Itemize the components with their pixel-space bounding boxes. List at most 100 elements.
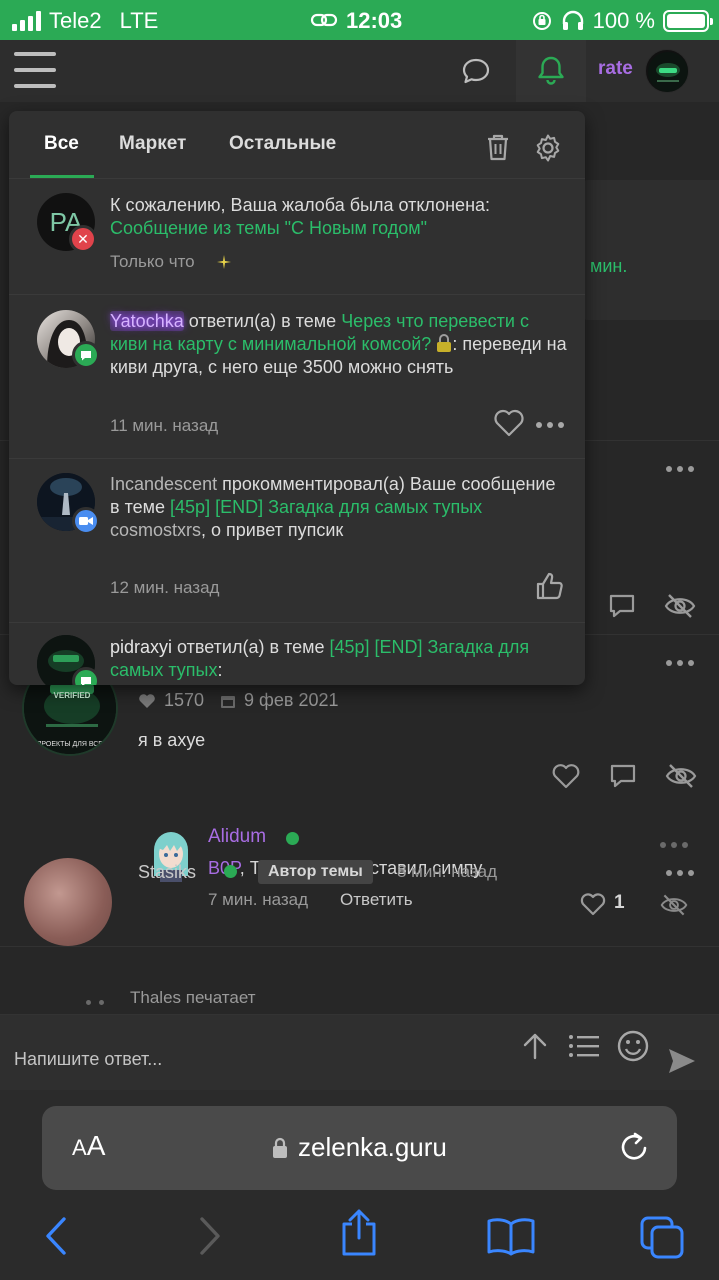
notification-text: pidraxyi ответил(а) в теме [45p] [END] З… [110,637,530,680]
bookmarks-icon[interactable] [486,1216,536,1256]
notification-item[interactable]: Yatochka ответил(а) в теме Через что пер… [9,295,585,459]
rejected-badge-icon: ✕ [69,225,97,253]
comment-icon[interactable] [608,593,636,619]
post-options-icon[interactable] [666,466,694,472]
url-display[interactable]: zelenka.guru [272,1132,447,1163]
notification-username[interactable]: pidraxyi [110,637,172,657]
carrier-name: Tele2 [49,8,102,33]
notifications-dropdown: Все Маркет Остальные PA ✕ К сожалению, В… [9,111,585,685]
lock-icon [273,1137,287,1158]
notification-item[interactable]: PA ✕ К сожалению, Ваша жалоба была откло… [9,179,585,295]
reply-composer: Напишите ответ... [0,1014,719,1090]
new-sparkle-icon [217,255,231,269]
quote-username[interactable]: cosmostxrs [110,520,201,540]
emoji-icon[interactable] [616,1029,650,1063]
reply-options-icon[interactable] [660,842,688,848]
notification-link[interactable]: Сообщение из темы "С Новым годом" [110,218,427,238]
battery-percent: 100 % [592,8,655,33]
background-card [580,180,719,320]
next-post-time: 8 мин. назад [397,862,498,881]
messages-icon[interactable] [461,56,491,86]
reply-answer-button[interactable]: Ответить [340,890,413,910]
typing-text: Thales печатает [130,988,256,1007]
carrier-info: Tele2 LTE [12,8,158,34]
arrow-up-icon[interactable] [521,1031,549,1061]
lock-emoji-icon [437,334,452,352]
post-meta: 1570 9 фев 2021 [138,690,339,711]
orientation-lock-icon [532,12,551,30]
back-icon[interactable] [42,1215,70,1257]
notification-text: К сожалению, Ваша жалоба была отклонена:… [110,195,491,238]
browser-chrome: AA zelenka.guru [0,1090,719,1280]
notification-link[interactable]: [45p] [END] Загадка для самых тупых [170,497,482,517]
notification-item[interactable]: pidraxyi ответил(а) в теме [45p] [END] З… [9,623,585,685]
online-indicator [286,832,299,845]
hide-icon-2[interactable] [665,762,697,790]
more-options-icon[interactable] [536,422,564,428]
hide-icon[interactable] [664,592,696,620]
menu-icon[interactable] [14,52,56,88]
likes-heart-icon [139,693,155,708]
address-bar[interactable]: AA zelenka.guru [42,1106,677,1190]
stasiks-avatar[interactable] [24,858,112,946]
typing-indicator: Thales печатает [0,986,719,1014]
next-post-options-icon[interactable] [666,870,694,876]
reply-username[interactable]: Alidum [208,826,266,848]
thumbs-up-icon[interactable] [535,571,565,601]
settings-gear-icon[interactable] [533,133,563,163]
headphones-icon [562,10,583,30]
rate-label[interactable]: rate [598,58,633,80]
notification-tabs: Все Маркет Остальные [9,111,585,181]
user-avatar[interactable] [645,49,689,93]
reply-badge-icon [72,341,100,369]
comment-icon-2[interactable] [609,763,637,789]
typing-dots-icon [86,1000,104,1005]
site-header: rate [0,40,719,102]
online-indicator-2 [224,865,237,878]
background-time-fragment: мин. [590,256,628,276]
notification-text: Yatochka ответил(а) в теме Через что пер… [110,311,567,377]
post-date: 9 фев 2021 [244,690,339,710]
tab-all[interactable]: Все [44,133,79,155]
forward-icon[interactable] [196,1215,224,1257]
post-content: я в ахуе [138,730,206,750]
list-icon[interactable] [568,1033,600,1059]
send-icon[interactable] [666,1045,698,1077]
notification-username[interactable]: Yatochka [110,311,184,331]
link-icon [310,13,338,27]
text-size-button[interactable]: AA [72,1130,105,1162]
status-bar: Tele2 LTE 12:03 100 % [0,0,719,40]
author-badge: Автор темы [258,860,373,884]
notification-text: Incandescent прокомментировал(а) Ваше со… [110,474,556,540]
reply-time: 7 мин. назад [208,890,309,909]
reply-input[interactable]: Напишите ответ... [14,1049,162,1070]
reply-like-count: 1 [614,892,625,913]
tab-market[interactable]: Маркет [119,133,186,155]
reply-like-icon[interactable] [580,892,606,916]
network-type: LTE [119,8,159,33]
post-likes: 1570 [164,690,205,710]
clock: 12:03 [346,8,403,33]
battery-icon [663,10,713,32]
verified-label: VERIFIED [54,691,91,700]
share-icon[interactable] [338,1208,380,1258]
notifications-button[interactable] [516,40,586,102]
notification-item[interactable]: Incandescent прокомментировал(а) Ваше со… [9,459,585,623]
reply-hide-icon[interactable] [660,892,688,918]
calendar-icon [221,695,236,708]
like-heart-icon[interactable] [493,409,525,437]
reload-icon[interactable] [618,1130,650,1164]
notification-username[interactable]: Incandescent [110,474,217,494]
notification-time: 11 мин. назад [110,416,219,435]
comment-badge-icon [72,507,100,535]
tab-other[interactable]: Остальные [229,133,336,155]
notification-time: Только что [110,252,195,271]
signal-icon [12,11,41,31]
next-post-username[interactable]: Stasiks [138,862,196,883]
like-icon[interactable] [551,763,581,789]
post-options-icon-2[interactable] [666,660,694,666]
trash-icon[interactable] [485,133,511,161]
tabs-icon[interactable] [638,1214,686,1260]
reply-badge-icon-2 [72,667,100,685]
notification-time: 12 мин. назад [110,578,220,597]
